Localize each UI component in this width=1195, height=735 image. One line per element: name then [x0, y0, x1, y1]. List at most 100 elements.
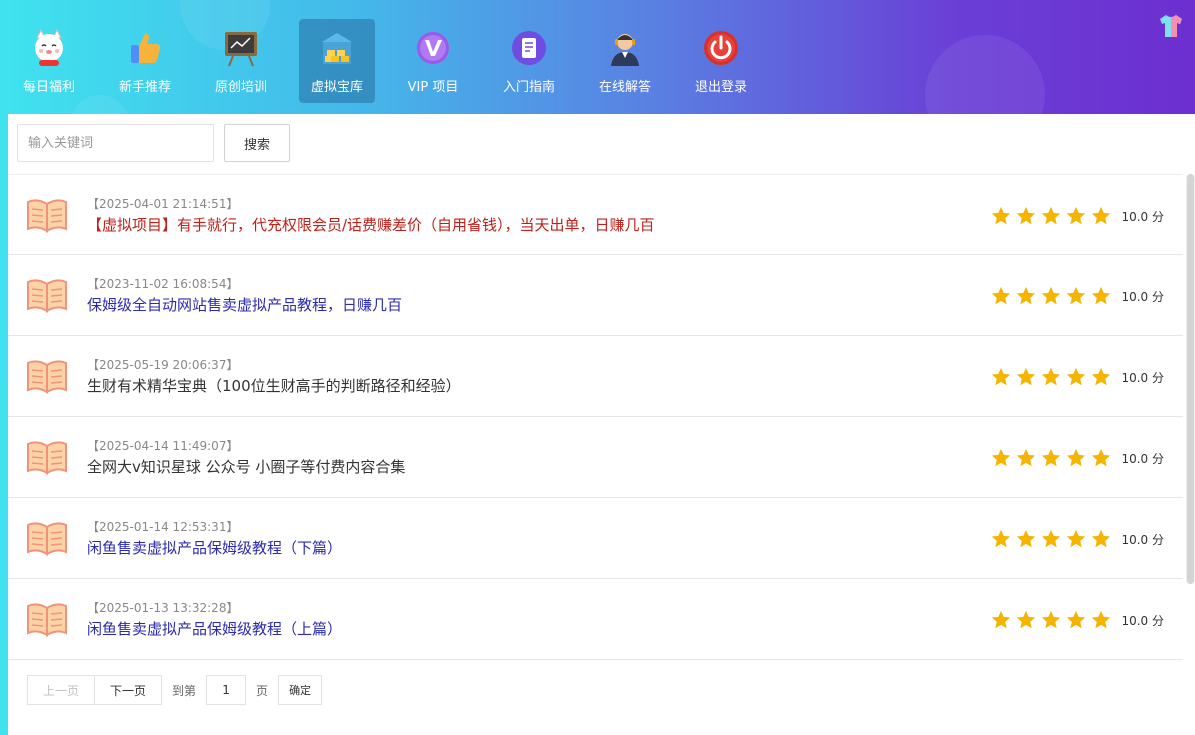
article-title-link[interactable]: 保姆级全自动网站售卖虚拟产品教程，日赚几百 — [87, 294, 402, 316]
star-icon — [1015, 285, 1037, 307]
article-meta: 【2025-05-19 20:06:37】生财有术精华宝典（100位生财高手的判… — [87, 357, 461, 397]
star-icon — [1065, 609, 1087, 631]
article-score: 10.0 分 — [1121, 289, 1164, 304]
star-icon — [990, 205, 1012, 227]
book-icon — [26, 439, 68, 475]
article-title-link[interactable]: 生财有术精华宝典（100位生财高手的判断路径和经验） — [87, 375, 461, 397]
article-meta: 【2025-01-14 12:53:31】闲鱼售卖虚拟产品保姆级教程（下篇） — [87, 519, 342, 559]
star-icon — [1090, 366, 1112, 388]
nav-item-daily-benefits[interactable]: 每日福利 — [11, 19, 87, 103]
search-input[interactable] — [17, 124, 214, 162]
vip-icon — [413, 28, 453, 68]
star-rating: 10.0 分 — [990, 285, 1164, 307]
pagination: 上一页 下一页 到第 页 确定 — [27, 675, 323, 705]
article-row[interactable]: 【2025-04-01 21:14:51】【虚拟项目】有手就行，代充权限会员/话… — [8, 174, 1183, 255]
article-title-link[interactable]: 全网大v知识星球 公众号 小圈子等付费内容合集 — [87, 456, 405, 478]
guide-icon — [509, 28, 549, 68]
star-icon — [1040, 205, 1062, 227]
article-row[interactable]: 【2025-01-13 13:32:28】闲鱼售卖虚拟产品保姆级教程（上篇） 10… — [8, 579, 1183, 660]
star-icon — [1040, 528, 1062, 550]
article-list: 【2025-04-01 21:14:51】【虚拟项目】有手就行，代充权限会员/话… — [8, 174, 1183, 660]
chalkboard-icon — [221, 28, 261, 68]
book-icon — [26, 277, 68, 313]
next-page-button[interactable]: 下一页 — [95, 675, 163, 705]
article-meta: 【2025-01-13 13:32:28】闲鱼售卖虚拟产品保姆级教程（上篇） — [87, 600, 342, 640]
book-icon — [26, 197, 68, 233]
star-rating: 10.0 分 — [990, 528, 1164, 550]
nav-item-original-training[interactable]: 原创培训 — [203, 19, 279, 103]
star-icon — [1065, 528, 1087, 550]
star-icon — [1015, 205, 1037, 227]
star-rating: 10.0 分 — [990, 366, 1164, 388]
nav-label: 在线解答 — [598, 80, 651, 95]
article-meta: 【2023-11-02 16:08:54】保姆级全自动网站售卖虚拟产品教程，日赚… — [87, 276, 402, 316]
article-title-link[interactable]: 闲鱼售卖虚拟产品保姆级教程（上篇） — [87, 618, 342, 640]
search-button[interactable]: 搜索 — [224, 124, 290, 162]
article-row[interactable]: 【2025-05-19 20:06:37】生财有术精华宝典（100位生财高手的判… — [8, 336, 1183, 417]
article-date: 【2025-05-19 20:06:37】 — [87, 358, 239, 372]
scrollbar-thumb[interactable] — [1187, 174, 1194, 584]
article-title-link[interactable]: 闲鱼售卖虚拟产品保姆级教程（下篇） — [87, 537, 342, 559]
nav-item-virtual-treasury[interactable]: 虚拟宝库 — [299, 19, 375, 103]
nav-label: 新手推荐 — [118, 80, 171, 95]
star-rating: 10.0 分 — [990, 205, 1164, 227]
treasure-icon — [317, 28, 357, 68]
article-date: 【2025-04-01 21:14:51】 — [87, 197, 239, 211]
support-agent-icon — [605, 28, 645, 68]
nav-item-vip-projects[interactable]: VIP 项目 — [395, 19, 471, 103]
star-icon — [1065, 205, 1087, 227]
star-icon — [1090, 447, 1112, 469]
book-icon — [26, 520, 68, 556]
star-icon — [1015, 528, 1037, 550]
star-icon — [1090, 609, 1112, 631]
article-row[interactable]: 【2023-11-02 16:08:54】保姆级全自动网站售卖虚拟产品教程，日赚… — [8, 255, 1183, 336]
goto-suffix-label: 页 — [256, 683, 269, 698]
book-icon — [26, 358, 68, 394]
book-icon — [26, 601, 68, 637]
article-row[interactable]: 【2025-04-14 11:49:07】 全网大v知识星球 公众号 小圈子等付费… — [8, 417, 1183, 498]
article-score: 10.0 分 — [1121, 451, 1164, 466]
nav-item-online-support[interactable]: 在线解答 — [587, 19, 663, 103]
star-icon — [990, 528, 1012, 550]
star-icon — [990, 447, 1012, 469]
scrollbar[interactable] — [1186, 174, 1195, 584]
star-icon — [990, 366, 1012, 388]
star-icon — [1040, 366, 1062, 388]
star-rating: 10.0 分 — [990, 447, 1164, 469]
page-number-input[interactable] — [206, 675, 247, 705]
goto-prefix-label: 到第 — [172, 683, 197, 698]
nav-label: 入门指南 — [502, 80, 555, 95]
thumbs-up-icon — [125, 28, 165, 68]
prev-page-button[interactable]: 上一页 — [27, 675, 96, 705]
nav-label: VIP 项目 — [407, 80, 459, 95]
tshirt-icon[interactable] — [1157, 12, 1185, 40]
star-icon — [1065, 285, 1087, 307]
article-date: 【2025-01-13 13:32:28】 — [87, 601, 239, 615]
nav-item-getting-started[interactable]: 入门指南 — [491, 19, 567, 103]
nav-label: 虚拟宝库 — [310, 80, 363, 95]
nav-item-beginner-recommend[interactable]: 新手推荐 — [107, 19, 183, 103]
nav-label: 每日福利 — [22, 80, 75, 95]
confirm-page-button[interactable]: 确定 — [278, 675, 323, 705]
star-icon — [990, 285, 1012, 307]
article-score: 10.0 分 — [1121, 370, 1164, 385]
article-date: 【2023-11-02 16:08:54】 — [87, 277, 239, 291]
power-icon — [701, 28, 741, 68]
star-icon — [1015, 609, 1037, 631]
article-meta: 【2025-04-14 11:49:07】 全网大v知识星球 公众号 小圈子等付费… — [87, 438, 405, 478]
article-date: 【2025-01-14 12:53:31】 — [87, 520, 239, 534]
content-panel: 搜索 【2025-04-01 21:14:51】【虚拟项目】有手就行，代充权限会… — [8, 114, 1195, 735]
star-icon — [1090, 528, 1112, 550]
nav-item-logout[interactable]: 退出登录 — [683, 19, 759, 103]
star-icon — [1040, 285, 1062, 307]
article-title-link[interactable]: 【虚拟项目】有手就行，代充权限会员/话费赚差价（自用省钱），当天出单，日赚几百 — [87, 214, 655, 236]
star-icon — [990, 609, 1012, 631]
star-icon — [1090, 205, 1112, 227]
main-nav: 每日福利 新手推荐 原创培训 虚拟宝库 VIP 项目 入门指南 在线解答 退出登… — [11, 19, 779, 103]
article-score: 10.0 分 — [1121, 613, 1164, 628]
article-row[interactable]: 【2025-01-14 12:53:31】闲鱼售卖虚拟产品保姆级教程（下篇） 10… — [8, 498, 1183, 579]
article-score: 10.0 分 — [1121, 532, 1164, 547]
top-navigation-bar: 每日福利 新手推荐 原创培训 虚拟宝库 VIP 项目 入门指南 在线解答 退出登… — [0, 0, 1195, 155]
star-rating: 10.0 分 — [990, 609, 1164, 631]
star-icon — [1040, 609, 1062, 631]
